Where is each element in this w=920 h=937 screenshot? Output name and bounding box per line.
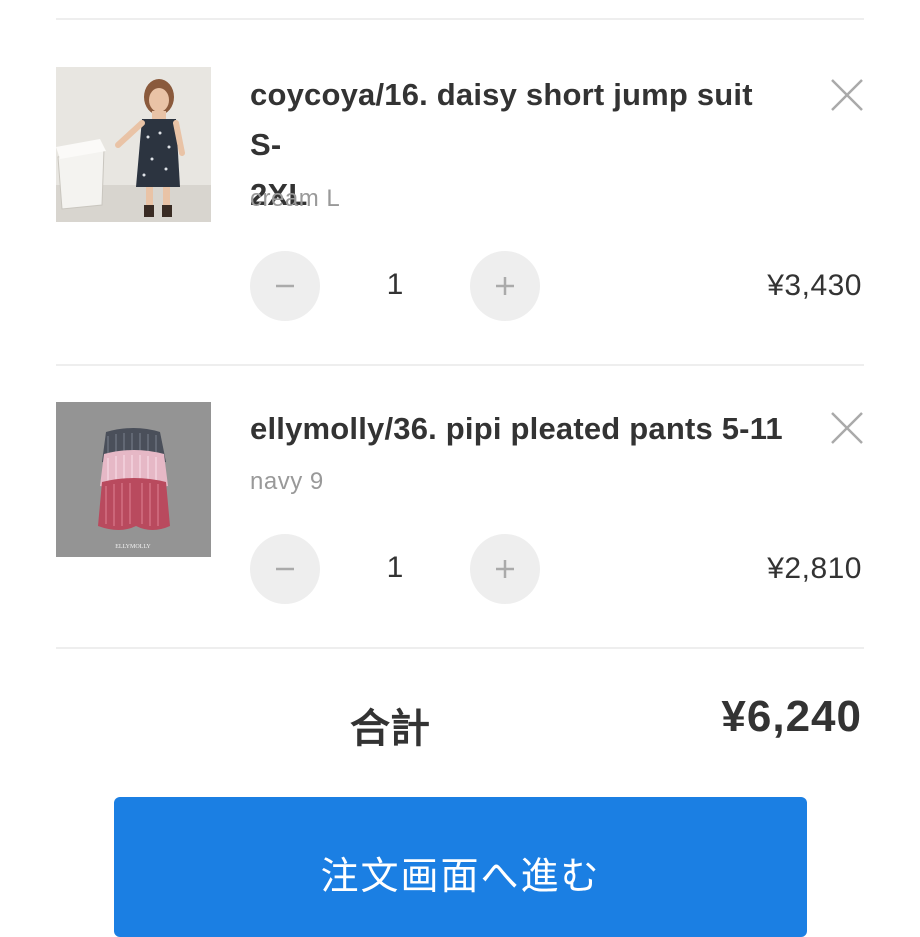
plus-icon (496, 560, 514, 578)
item-price-1: ¥3,430 (767, 269, 862, 302)
minus-icon (276, 567, 294, 571)
proceed-to-checkout-button[interactable]: 注文画面へ進む (114, 797, 807, 937)
product-title-2[interactable]: ellymolly/36. pipi pleated pants 5-11 (250, 404, 790, 454)
divider-item-1 (56, 364, 864, 366)
close-icon (831, 79, 863, 111)
product-image-1[interactable] (56, 67, 211, 222)
decrease-quantity-button-1[interactable] (250, 251, 320, 321)
product-photo-jumpsuit-icon (56, 67, 211, 222)
increase-quantity-button-1[interactable] (470, 251, 540, 321)
product-variant-2: navy 9 (250, 468, 324, 495)
divider-item-2 (56, 647, 864, 649)
plus-icon (496, 277, 514, 295)
checkout-button-label: 注文画面へ進む (320, 856, 601, 898)
divider-top (56, 18, 864, 20)
product-title-1-line1: coycoya/16. daisy short jump suit S- (250, 77, 753, 162)
increase-quantity-button-2[interactable] (470, 534, 540, 604)
product-image-2[interactable]: ELLYMOLLY (56, 402, 211, 557)
total-label: 合計 (350, 707, 430, 751)
product-photo-pleated-pants-icon: ELLYMOLLY (56, 402, 211, 557)
product-variant-1: cream L (250, 185, 341, 212)
remove-item-button-1[interactable] (828, 76, 866, 114)
quantity-value-1: 1 (386, 268, 404, 301)
remove-item-button-2[interactable] (828, 409, 866, 447)
minus-icon (276, 284, 294, 288)
total-value: ¥6,240 (721, 692, 862, 741)
close-icon (831, 412, 863, 444)
product-title-2-line1: ellymolly/36. pipi pleated pants 5-11 (250, 411, 783, 446)
decrease-quantity-button-2[interactable] (250, 534, 320, 604)
item-price-2: ¥2,810 (767, 552, 862, 585)
ellymolly-logo-text: ELLYMOLLY (115, 544, 151, 550)
quantity-value-2: 1 (386, 551, 404, 584)
